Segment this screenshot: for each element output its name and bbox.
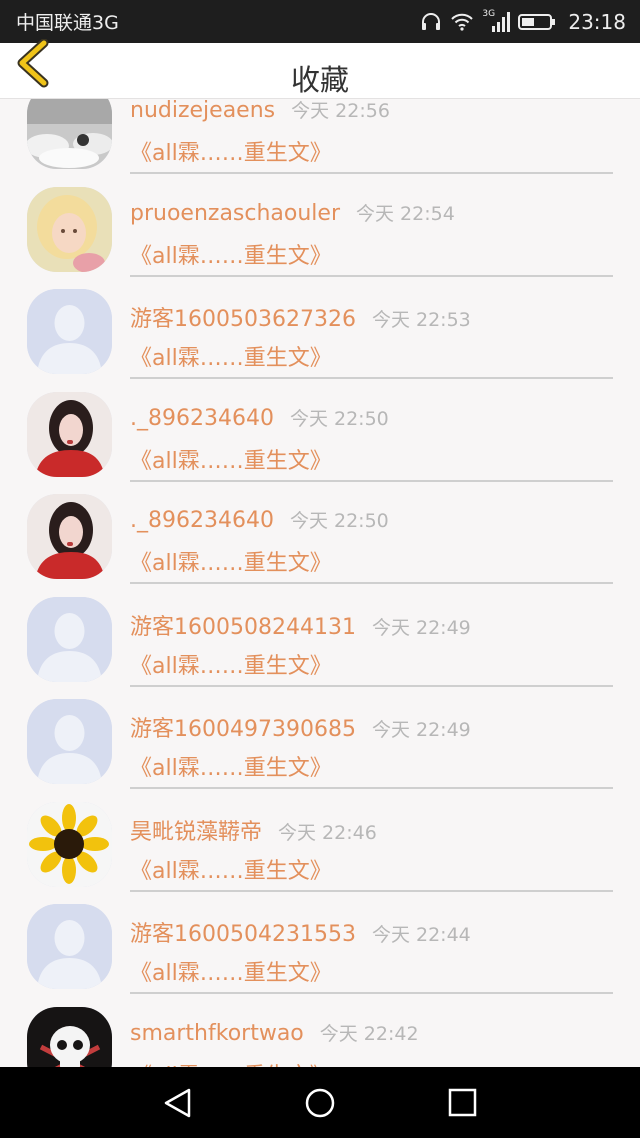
avatar[interactable]	[27, 186, 112, 272]
status-icons: 3G 23:18	[420, 8, 626, 34]
book-title[interactable]: 《all霖……重生文》	[130, 238, 332, 270]
favorites-list-inner: nudizejeaens 今天 22:56 《all霖……重生文》 pruoenzas…	[0, 99, 640, 1067]
avatar[interactable]	[27, 904, 112, 989]
book-title[interactable]: 《all霖……重生文》	[130, 135, 332, 167]
row-divider	[130, 377, 613, 379]
wifi-icon	[450, 13, 474, 31]
timestamp: 今天 22:49	[371, 719, 471, 741]
user-name-text: ._896234640	[130, 405, 274, 431]
book-title[interactable]: 《all霖……重生文》	[130, 340, 332, 372]
book-title[interactable]: 《all霖……重生文》	[130, 648, 332, 680]
book-title[interactable]: 《all霖……重生文》	[130, 750, 332, 782]
user-name[interactable]: 游客1600504231553 今天 22:44	[130, 916, 471, 948]
user-name-text: 游客1600503627326	[130, 307, 356, 332]
square-recents-icon	[448, 1088, 477, 1117]
user-name-text: smarthfkortwao	[130, 1020, 304, 1046]
avatar[interactable]	[27, 391, 112, 477]
headset-icon	[420, 12, 442, 32]
list-item[interactable]: 昊毗锐藻鞯帝 今天 22:46 《all霖……重生文》	[0, 800, 640, 903]
battery-icon	[518, 13, 556, 31]
timestamp: 今天 22:56	[291, 100, 390, 122]
row-divider	[130, 787, 613, 789]
circle-home-icon	[305, 1088, 335, 1118]
avatar[interactable]	[27, 99, 112, 169]
favorites-list[interactable]: nudizejeaens 今天 22:56 《all霖……重生文》 pruoenzas…	[0, 99, 640, 1067]
avatar[interactable]	[27, 289, 112, 374]
user-name[interactable]: ._896234640 今天 22:50	[130, 404, 389, 431]
avatar[interactable]	[27, 494, 112, 579]
list-item[interactable]: 游客1600503627326 今天 22:53 《all霖……重生文》	[0, 287, 640, 390]
timestamp: 今天 22:54	[356, 202, 455, 225]
row-divider	[130, 992, 613, 994]
title-bar: 收藏	[0, 38, 640, 99]
timestamp: 今天 22:53	[371, 309, 471, 331]
status-bar: 中国联通3G 3G 23:18	[0, 0, 640, 43]
nav-recents-button[interactable]	[444, 1087, 480, 1119]
row-divider	[130, 582, 613, 584]
row-divider	[130, 889, 613, 892]
timestamp: 今天 22:46	[278, 821, 377, 844]
clock: 23:18	[568, 9, 626, 34]
user-name-text: 游客1600504231553	[130, 922, 356, 947]
list-item[interactable]: ._896234640 今天 22:50 《all霖……重生文》	[0, 492, 640, 595]
timestamp: 今天 22:49	[371, 616, 471, 639]
book-title[interactable]: 《all霖……重生文》	[130, 443, 332, 475]
book-title[interactable]: 《all霖……重生文》	[130, 853, 332, 885]
list-item[interactable]: 游客1600504231553 今天 22:44 《all霖……重生文》	[0, 902, 640, 1005]
user-name[interactable]: pruoenzaschaouler 今天 22:54	[130, 199, 455, 226]
page-title: 收藏	[290, 63, 349, 97]
list-item[interactable]: smarthfkortwao 今天 22:42 《all霖……重生文》	[0, 1005, 640, 1068]
signal-icon: 3G	[482, 8, 511, 32]
avatar[interactable]	[27, 596, 112, 682]
timestamp: 今天 22:44	[371, 924, 471, 946]
row-divider	[130, 172, 613, 174]
avatar[interactable]	[27, 801, 112, 887]
list-item[interactable]: 游客1600508244131 今天 22:49 《all霖……重生文》	[0, 595, 640, 698]
timestamp: 今天 22:42	[319, 1022, 419, 1045]
list-item[interactable]: pruoenzaschaouler 今天 22:54 《all霖……重生文》	[0, 185, 640, 288]
user-name-text: nudizejeaens	[130, 99, 276, 123]
nav-home-button[interactable]	[302, 1087, 338, 1119]
user-name[interactable]: 游客1600497390685 今天 22:49	[130, 711, 471, 743]
list-item[interactable]: nudizejeaens 今天 22:56 《all霖……重生文》	[0, 99, 640, 185]
book-title[interactable]: 《all霖……重生文》	[130, 955, 332, 987]
row-divider	[130, 274, 613, 277]
book-title[interactable]: 《all霖……重生文》	[130, 545, 332, 577]
nav-back-button[interactable]	[160, 1087, 196, 1119]
user-name-text: 游客1600497390685	[130, 717, 356, 742]
avatar[interactable]	[27, 1006, 112, 1067]
list-item[interactable]: 游客1600497390685 今天 22:49 《all霖……重生文》	[0, 697, 640, 800]
timestamp: 今天 22:50	[289, 510, 389, 532]
user-name[interactable]: 昊毗锐藻鞯帝 今天 22:46	[130, 814, 377, 846]
carrier-label: 中国联通3G	[16, 12, 119, 34]
navigation-bar	[0, 1067, 640, 1138]
user-name[interactable]: smarthfkortwao 今天 22:42	[130, 1019, 419, 1046]
user-name[interactable]: 游客1600503627326 今天 22:53	[130, 301, 471, 333]
user-name[interactable]: ._896234640 今天 22:50	[130, 506, 389, 533]
user-name-text: 游客1600508244131	[130, 614, 356, 640]
user-name-text: ._896234640	[130, 508, 274, 533]
list-item[interactable]: ._896234640 今天 22:50 《all霖……重生文》	[0, 390, 640, 493]
user-name-text: 昊毗锐藻鞯帝	[130, 819, 263, 845]
avatar[interactable]	[27, 699, 112, 784]
row-divider	[130, 684, 613, 687]
user-name[interactable]: nudizejeaens 今天 22:56	[130, 99, 390, 123]
user-name-text: pruoenzaschaouler	[130, 200, 340, 226]
triangle-back-icon	[164, 1088, 191, 1118]
row-divider	[130, 479, 613, 482]
book-title[interactable]: 《all霖……重生文》	[130, 1058, 332, 1068]
timestamp: 今天 22:50	[289, 407, 389, 430]
user-name[interactable]: 游客1600508244131 今天 22:49	[130, 609, 471, 641]
network-type-label: 3G	[482, 8, 496, 19]
